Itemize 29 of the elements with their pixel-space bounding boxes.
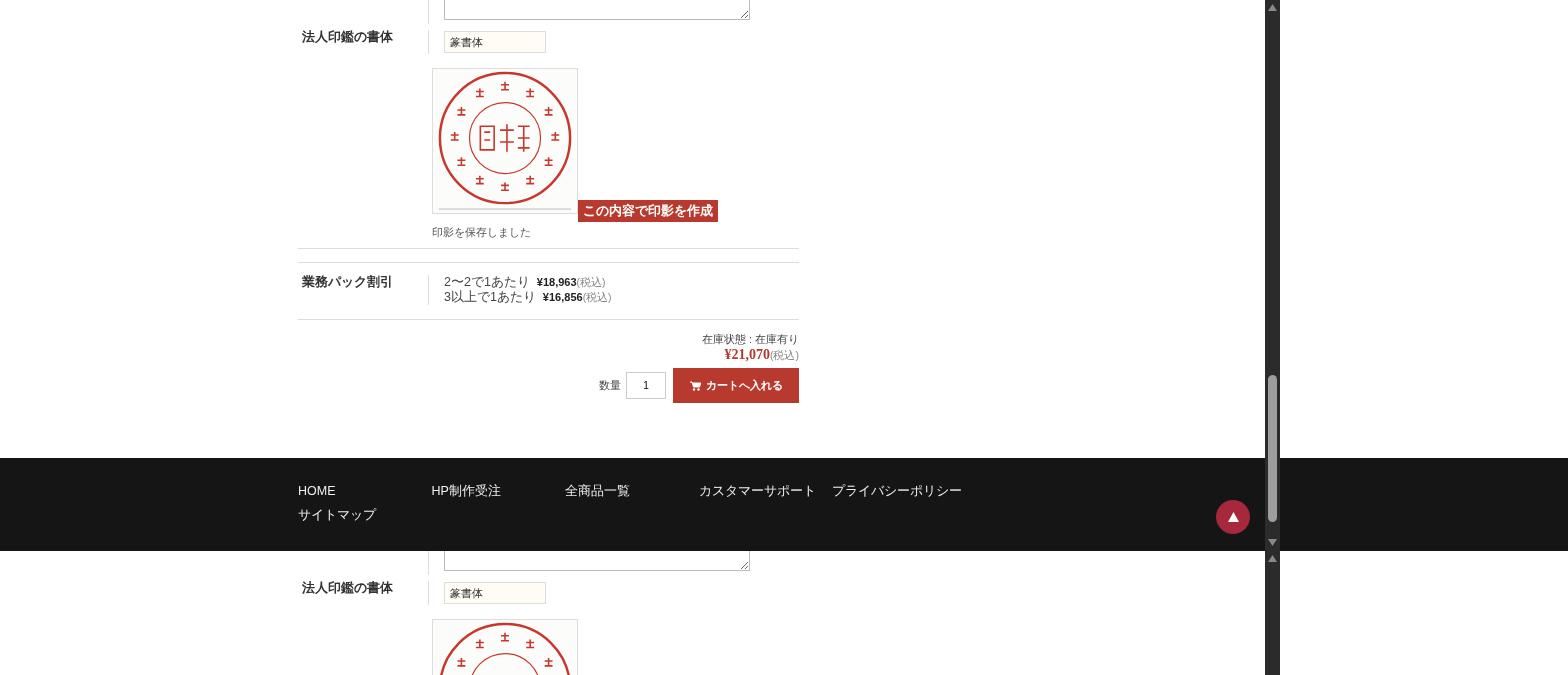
footer-link[interactable]: 全商品一覧 [565,484,630,498]
scrollbar-thumb[interactable] [1268,375,1277,522]
discount-price-text: 2〜2で1あたり ¥18,963(税込) [444,275,607,290]
field-label: 法人印鑑の書体 [302,581,393,594]
stock-status: 在庫状態 : 在庫有り [701,333,799,346]
footer-link[interactable]: サイトマップ [298,508,376,522]
field-label: 法人印鑑の書体 [302,30,393,43]
price: ¥21,070(税込) [724,346,799,364]
back-to-top-button[interactable] [1216,500,1250,534]
scroll-down-icon[interactable] [1268,539,1277,546]
scrollbar[interactable] [1265,551,1280,675]
scroll-up-icon[interactable] [1268,4,1277,11]
cart-icon [689,380,701,391]
discount-price-text: 3以上で1あたり ¥16,856(税込) [444,290,612,305]
footer-link[interactable]: カスタマーサポート [698,484,816,498]
field-label: 業務パック割引 [302,275,393,288]
quantity-label: 数量 [599,378,621,393]
footer-link[interactable]: HOME [298,484,336,498]
saved-message: 印影を保存しました [432,226,531,239]
create-seal-button[interactable]: この内容で印影を作成 [578,200,718,222]
add-to-cart-button[interactable]: カートへ入れる [673,368,799,403]
footer-link[interactable]: プライバシーポリシー [832,484,962,498]
scroll-up-icon[interactable] [1268,555,1277,562]
seal-font-field[interactable]: 篆書体 [444,31,546,53]
up-triangle-icon [1227,512,1239,522]
scrollbar[interactable] [1265,0,1280,551]
quantity-field[interactable]: 1 [626,372,666,399]
seal-font-field[interactable]: 篆書体 [444,582,546,604]
footer-link[interactable]: HP制作受注 [431,484,501,498]
